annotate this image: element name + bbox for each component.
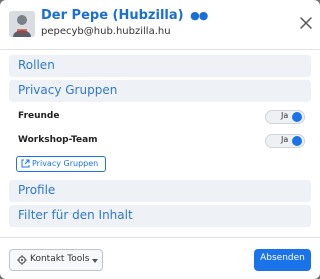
- people-icon: ●●: [190, 9, 208, 22]
- avatar-image: [9, 11, 35, 37]
- contact-name: Der Pepe (Hubzilla): [41, 8, 184, 23]
- privacy-groups-link-label: Privacy Gruppen: [32, 159, 99, 168]
- dialog-title: Der Pepe (Hubzilla) ●●: [41, 8, 208, 23]
- toggle-text: Ja: [281, 135, 289, 144]
- submit-label: Absenden: [260, 253, 305, 263]
- contact-tools-dropdown[interactable]: Kontakt Tools: [9, 249, 103, 271]
- section-roles-label: Rollen: [18, 58, 55, 72]
- submit-button[interactable]: Absenden: [254, 249, 311, 271]
- toggle-knob: [292, 112, 302, 122]
- privacy-group-toggle[interactable]: Ja: [265, 110, 305, 124]
- gear-icon: [17, 255, 27, 265]
- section-privacy-groups-label: Privacy Gruppen: [18, 83, 118, 97]
- privacy-group-label: Freunde: [18, 111, 60, 121]
- section-privacy-groups[interactable]: Privacy Gruppen: [9, 80, 311, 102]
- close-icon: [300, 17, 312, 29]
- chevron-down-icon: [92, 259, 98, 263]
- contact-edit-dialog: Der Pepe (Hubzilla) ●● pepecyb@hub.hubzi…: [0, 0, 320, 279]
- dialog-header: Der Pepe (Hubzilla) ●● pepecyb@hub.hubzi…: [0, 0, 320, 50]
- dialog-footer: Kontakt Tools Absenden: [0, 237, 320, 279]
- avatar: [9, 11, 35, 37]
- section-profile-label: Profile: [18, 183, 56, 197]
- privacy-group-label: Workshop-Team: [18, 135, 98, 145]
- toggle-text: Ja: [281, 111, 289, 120]
- privacy-group-toggle[interactable]: Ja: [265, 134, 305, 148]
- section-content-filter-label: Filter für den Inhalt: [18, 208, 133, 222]
- toggle-knob: [292, 136, 302, 146]
- privacy-groups-link-button[interactable]: Privacy Gruppen: [16, 156, 106, 172]
- contact-tools-label: Kontakt Tools: [30, 254, 90, 264]
- close-button[interactable]: [297, 14, 315, 32]
- contact-address: pepecyb@hub.hubzilla.hu: [41, 26, 171, 37]
- section-profile[interactable]: Profile: [9, 180, 311, 202]
- section-roles[interactable]: Rollen: [9, 55, 311, 77]
- section-content-filter[interactable]: Filter für den Inhalt: [9, 205, 311, 227]
- external-link-icon: [21, 159, 30, 168]
